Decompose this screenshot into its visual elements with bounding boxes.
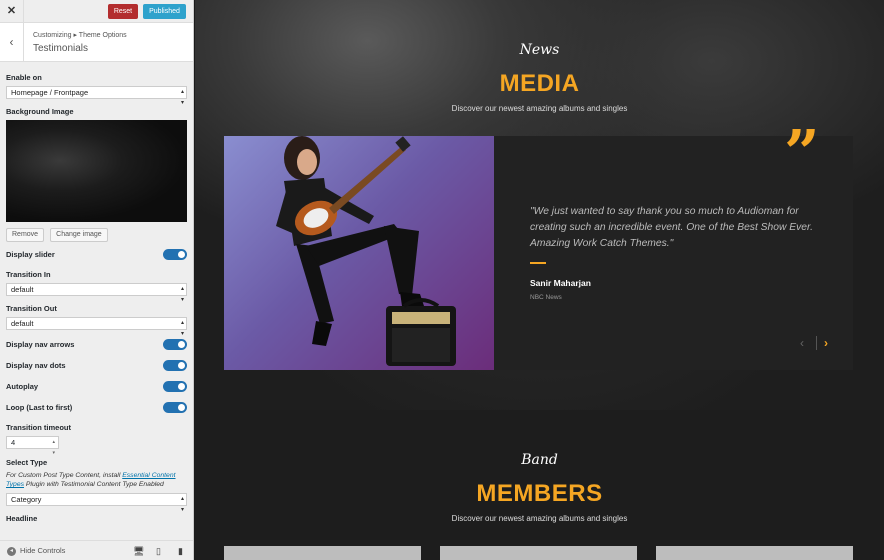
customizer-topbar: ✕ Reset Published (0, 0, 193, 23)
nav-dots-toggle[interactable] (163, 360, 187, 371)
hide-controls-label: Hide Controls (20, 546, 66, 555)
select-type-select[interactable]: Category ▴ ▾ (6, 493, 187, 513)
section-header: ‹ Customizing ▸ Theme Options Testimonia… (0, 23, 193, 62)
nav-arrows-row: Display nav arrows (6, 339, 187, 351)
display-slider-row: Display slider (6, 249, 187, 261)
quote-divider (530, 262, 546, 264)
select-arrows-icon: ▴ ▾ (180, 320, 184, 337)
enable-on-label: Enable on (6, 73, 42, 82)
tablet-icon[interactable]: ▯ (156, 546, 161, 557)
nav-arrows-toggle[interactable] (163, 339, 187, 350)
app-root: ✕ Reset Published ‹ Customizing ▸ Theme … (0, 0, 884, 560)
member-card[interactable] (440, 546, 637, 560)
autoplay-label: Autoplay (6, 382, 39, 391)
autoplay-row: Autoplay (6, 381, 187, 393)
change-image-button[interactable]: Change image (50, 228, 108, 242)
publish-button[interactable]: Published (143, 4, 186, 19)
select-type-desc-suffix: Plugin with Testimonial Content Type Ena… (24, 481, 164, 488)
background-image-thumbnail[interactable] (6, 120, 187, 222)
enable-on-select[interactable]: Homepage / Frontpage ▴ ▾ (6, 86, 187, 106)
close-icon[interactable]: ✕ (0, 0, 24, 23)
testimonial-author: Sanir Maharjan (530, 278, 591, 288)
breadcrumb: Customizing ▸ Theme Options (33, 32, 127, 39)
transition-timeout-value: 4 (11, 438, 16, 447)
testimonial-quote: "We just wanted to say thank you so much… (530, 206, 813, 249)
select-type-value: Category (11, 495, 42, 504)
collapse-icon: ◂ (7, 546, 16, 556)
transition-out-label: Transition Out (6, 304, 57, 313)
nav-arrows-label: Display nav arrows (6, 340, 75, 349)
remove-image-button[interactable]: Remove (6, 228, 45, 242)
transition-timeout-label: Transition timeout (6, 423, 72, 432)
media-script-heading: News (519, 42, 560, 58)
background-image-label: Background Image (6, 107, 74, 116)
loop-label: Loop (Last to first) (6, 403, 73, 412)
select-type-label: Select Type (6, 458, 48, 467)
customizer-panel: ✕ Reset Published ‹ Customizing ▸ Theme … (0, 0, 194, 560)
nav-dots-label: Display nav dots (6, 361, 66, 370)
spinner-icon[interactable]: ▴ ▾ (52, 437, 55, 459)
member-card[interactable] (656, 546, 853, 560)
loop-toggle[interactable] (163, 402, 187, 413)
nav-dots-row: Display nav dots (6, 360, 187, 372)
transition-out-value: default (11, 319, 34, 328)
headline-label: Headline (6, 514, 38, 523)
desktop-icon[interactable]: 🖥 (133, 546, 144, 557)
transition-in-label: Transition In (6, 270, 51, 279)
transition-in-value: default (11, 285, 34, 294)
quote-mark-icon: ” (784, 116, 820, 189)
transition-in-select[interactable]: default ▴ ▾ (6, 283, 187, 303)
nav-separator (816, 336, 817, 350)
display-slider-toggle[interactable] (163, 249, 187, 260)
customizer-footer: ◂ Hide Controls 🖥 ▯ ▮ (0, 540, 193, 560)
loop-row: Loop (Last to first) (6, 402, 187, 414)
enable-on-value: Homepage / Frontpage (11, 88, 89, 97)
testimonial-organization: NBC News (530, 294, 562, 301)
next-arrow-icon[interactable]: › (824, 336, 828, 350)
member-card[interactable] (224, 546, 421, 560)
back-icon[interactable]: ‹ (0, 23, 24, 62)
select-arrows-icon: ▴ ▾ (180, 496, 184, 513)
guitarist-figure (276, 136, 456, 366)
select-type-description: For Custom Post Type Content, install Es… (6, 471, 187, 489)
media-title: MEDIA (499, 70, 580, 97)
testimonial-card: ” "We just wanted to say thank you so mu… (224, 122, 853, 370)
section-title: Testimonials (33, 43, 89, 54)
hide-controls-button[interactable]: ◂ Hide Controls (7, 546, 65, 556)
transition-out-select[interactable]: default ▴ ▾ (6, 317, 187, 337)
controls-list: Enable on Homepage / Frontpage ▴ ▾ Backgr… (6, 70, 187, 523)
select-arrows-icon: ▴ ▾ (180, 89, 184, 106)
mobile-icon[interactable]: ▮ (178, 546, 183, 557)
select-arrows-icon: ▴ ▾ (180, 286, 184, 303)
transition-timeout-input[interactable]: 4 ▴ ▾ (6, 436, 59, 456)
display-slider-label: Display slider (6, 250, 55, 259)
members-script-heading: Band (521, 452, 558, 468)
members-title: MEMBERS (476, 480, 603, 507)
guitarist-photo (224, 136, 494, 370)
members-subtitle: Discover our newest amazing albums and s… (451, 514, 628, 523)
concert-crowd-image (6, 120, 187, 222)
prev-arrow-icon[interactable]: ‹ (800, 336, 804, 350)
autoplay-toggle[interactable] (163, 381, 187, 392)
select-type-desc-text: For Custom Post Type Content, install (6, 472, 123, 479)
reset-button[interactable]: Reset (108, 4, 138, 19)
site-preview: News MEDIA Discover our newest amazing a… (195, 0, 884, 560)
